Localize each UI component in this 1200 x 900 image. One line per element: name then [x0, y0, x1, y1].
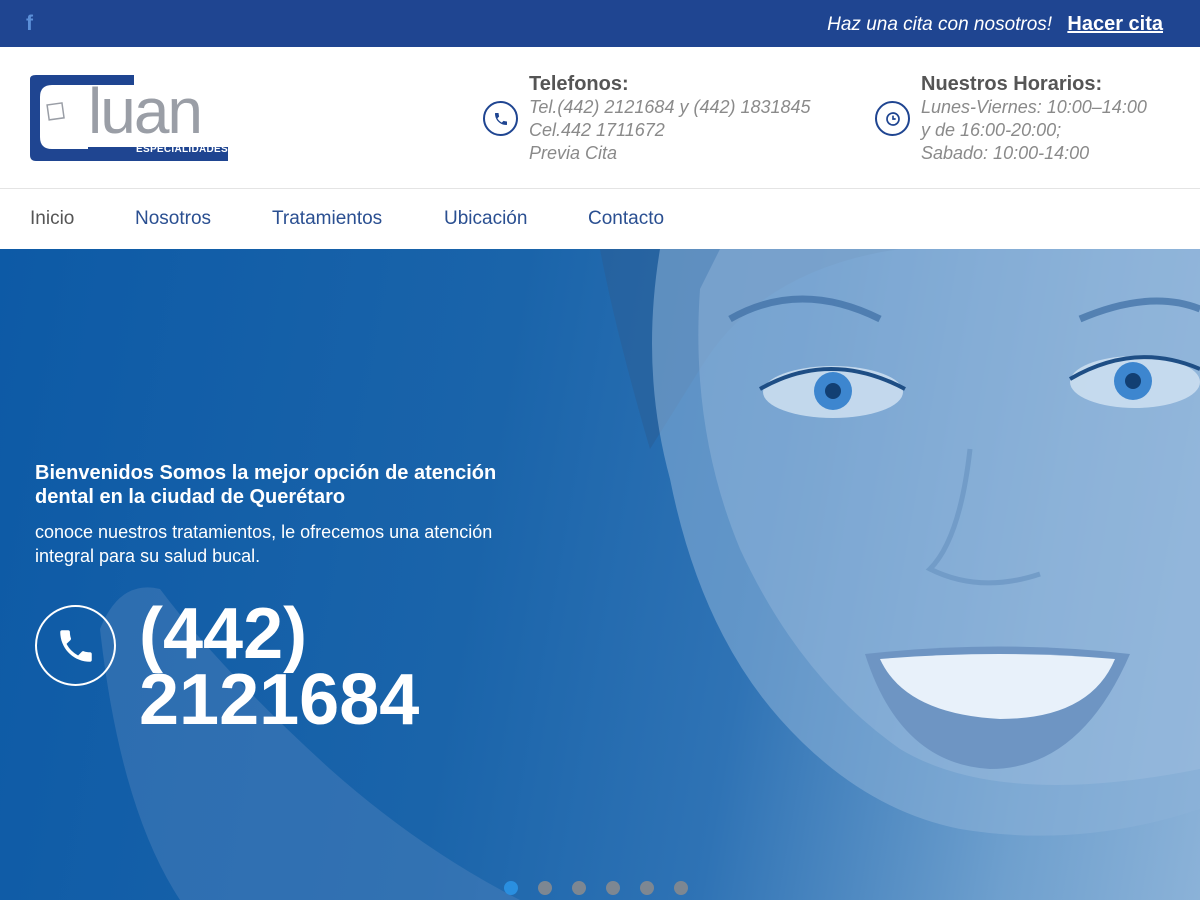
slider-dot[interactable] [538, 881, 552, 895]
slider-dot[interactable] [674, 881, 688, 895]
header: luan ESPECIALIDADES Telefonos: Tel.(442)… [0, 47, 1200, 189]
slider-dots [504, 881, 688, 895]
phone-icon[interactable] [35, 605, 116, 686]
nav-item-ubicacion[interactable]: Ubicación [444, 208, 527, 230]
phone-info-title: Telefonos: [529, 73, 629, 95]
slider-dot[interactable] [504, 881, 518, 895]
logo[interactable]: luan ESPECIALIDADES [30, 75, 230, 161]
top-cta: Haz una cita con nosotros! Hacer cita [827, 13, 1163, 36]
slider-dot[interactable] [606, 881, 620, 895]
logo-subtext: ESPECIALIDADES [136, 144, 228, 155]
top-cta-message: Haz una cita con nosotros! [827, 14, 1053, 35]
phone-icon [483, 101, 518, 136]
phone-info-line: Tel.(442) 2121684 y (442) 1831845 [529, 97, 811, 117]
hacer-cita-link[interactable]: Hacer cita [1067, 13, 1163, 35]
hours-info-line: Lunes-Viernes: 10:00–14:00 [921, 97, 1147, 117]
nav-item-tratamientos[interactable]: Tratamientos [272, 208, 382, 230]
hours-info-line: Sabado: 10:00-14:00 [921, 143, 1090, 163]
top-bar: f Haz una cita con nosotros! Hacer cita [0, 0, 1200, 47]
hero-phone-number[interactable]: (442) 2121684 [139, 598, 539, 736]
phone-info-line: Previa Cita [529, 143, 618, 163]
slider-dot[interactable] [572, 881, 586, 895]
clock-icon [875, 101, 910, 136]
hours-info-line: y de 16:00-20:00; [921, 120, 1062, 140]
hero-slider: Bienvenidos Somos la mejor opción de ate… [0, 249, 1200, 900]
facebook-icon[interactable]: f [26, 11, 44, 37]
nav-item-nosotros[interactable]: Nosotros [135, 208, 211, 230]
logo-text: luan [88, 75, 203, 147]
nav-item-inicio[interactable]: Inicio [30, 208, 74, 230]
main-nav: Inicio Nosotros Tratamientos Ubicación C… [0, 189, 1200, 249]
hours-info-title: Nuestros Horarios: [921, 73, 1103, 95]
phone-info-line: Cel.442 1711672 [529, 120, 665, 140]
slider-dot[interactable] [640, 881, 654, 895]
hero-title: Bienvenidos Somos la mejor opción de ate… [35, 462, 497, 508]
hero-subtitle: conoce nuestros tratamientos, le ofrecem… [35, 522, 493, 566]
nav-item-contacto[interactable]: Contacto [588, 208, 664, 230]
hero-face-image [100, 249, 1200, 900]
